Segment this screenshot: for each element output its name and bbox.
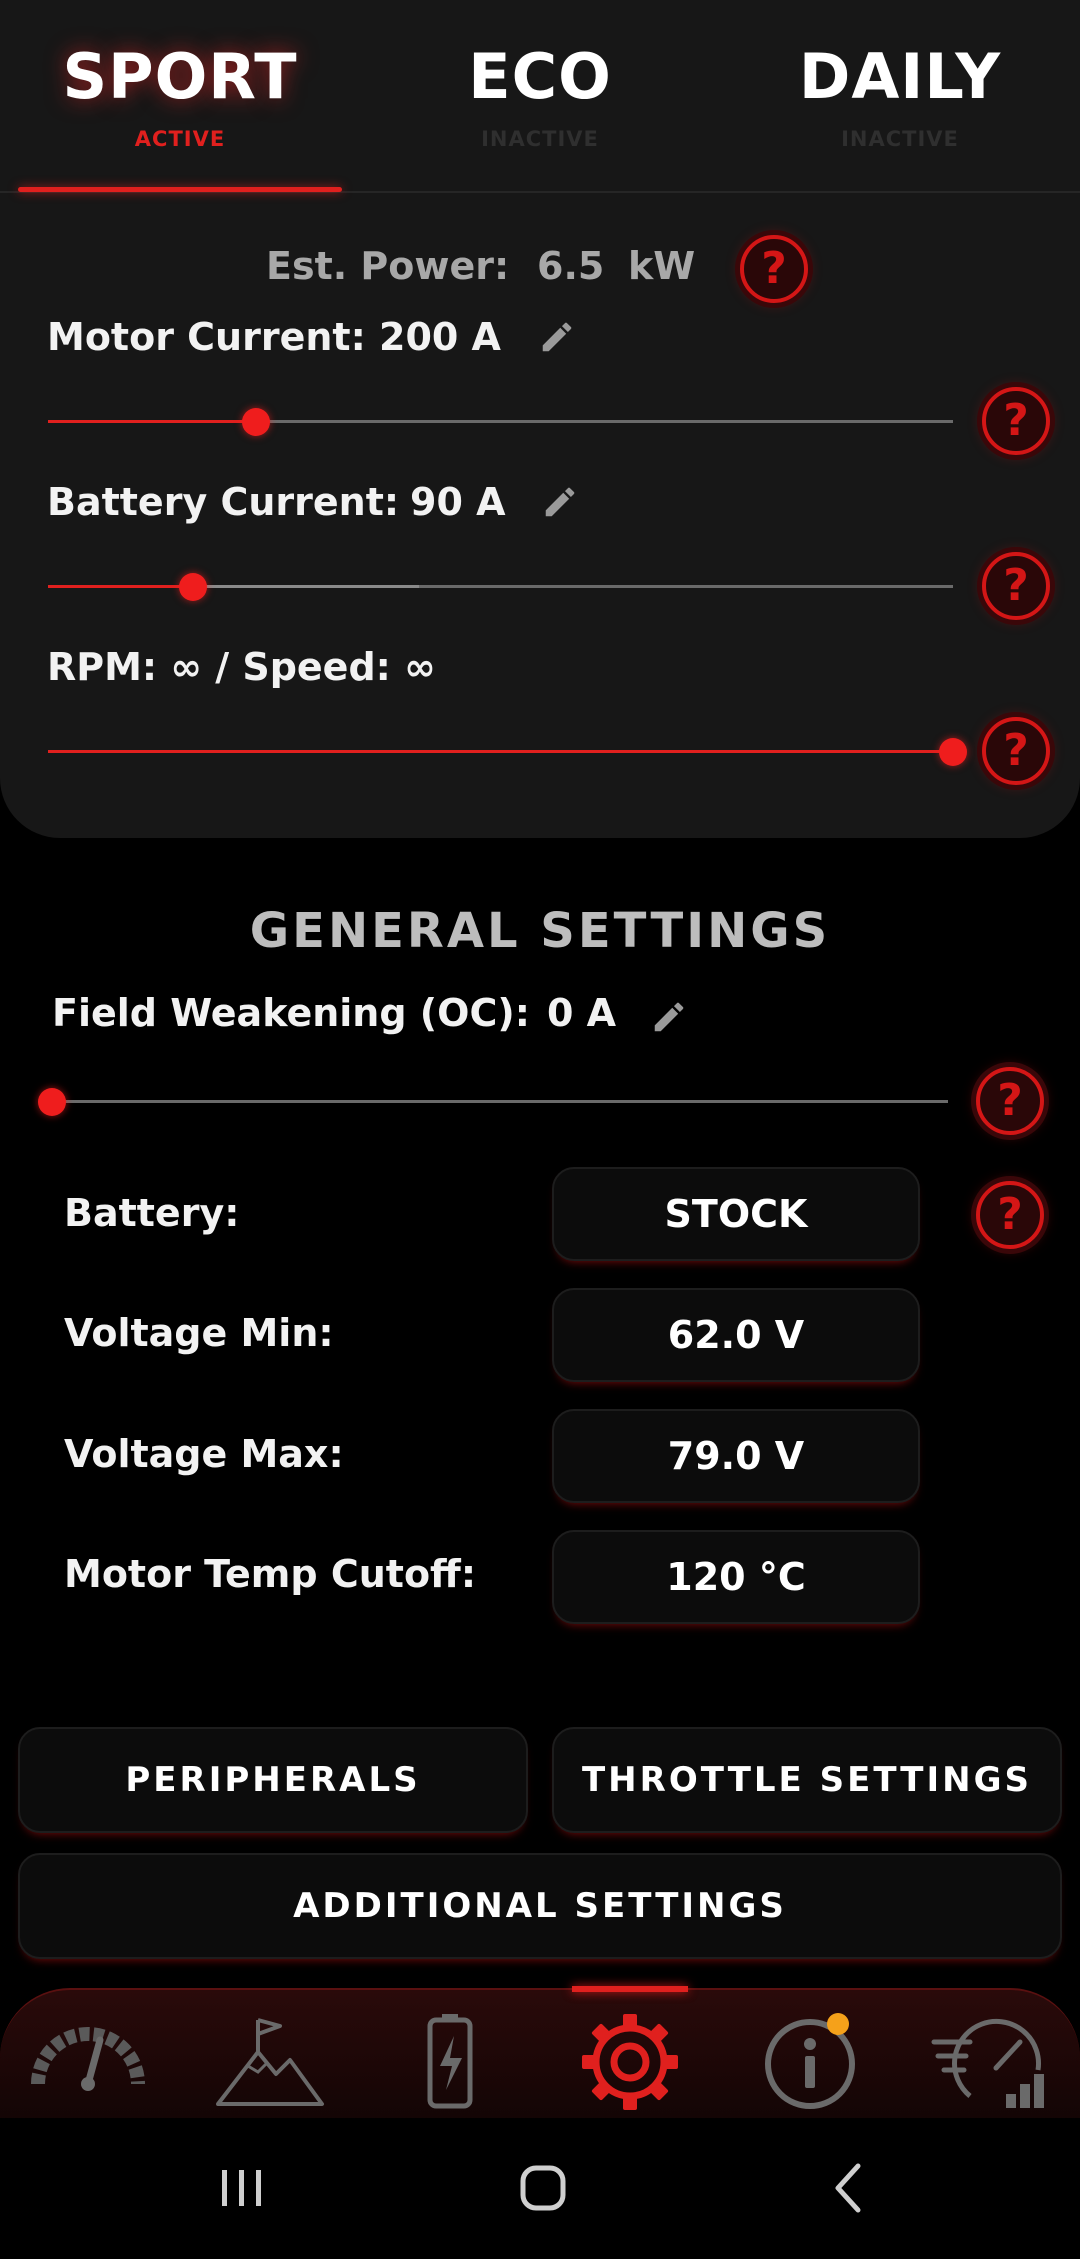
info-icon[interactable] bbox=[750, 2012, 870, 2112]
tab-daily-state: INACTIVE bbox=[841, 127, 959, 151]
voltage-min-button[interactable]: 62.0 V bbox=[552, 1288, 920, 1382]
motor-current-edit-icon[interactable] bbox=[538, 318, 576, 356]
tab-eco-state: INACTIVE bbox=[481, 127, 599, 151]
rpm-speed-help-icon[interactable]: ? bbox=[982, 717, 1050, 785]
tab-sport-state: ACTIVE bbox=[134, 127, 226, 151]
field-weakening-help-icon[interactable]: ? bbox=[976, 1067, 1044, 1135]
recent-apps-icon[interactable] bbox=[202, 2158, 282, 2218]
nav-active-indicator bbox=[572, 1986, 688, 1992]
rpm-speed-label: RPM: ∞ / Speed: ∞ bbox=[47, 645, 436, 689]
additional-settings-button[interactable]: ADDITIONAL SETTINGS bbox=[18, 1853, 1062, 1959]
motor-temp-cutoff-label: Motor Temp Cutoff: bbox=[64, 1552, 477, 1596]
general-settings-title: GENERAL SETTINGS bbox=[249, 903, 831, 959]
notification-dot bbox=[827, 2013, 849, 2035]
gear-icon[interactable] bbox=[570, 2012, 690, 2112]
battery-current-edit-icon[interactable] bbox=[541, 483, 579, 521]
field-weakening-label: Field Weakening (OC): bbox=[52, 991, 530, 1035]
tab-eco-label: ECO bbox=[468, 40, 612, 113]
motor-current-help-icon[interactable]: ? bbox=[982, 387, 1050, 455]
tab-daily[interactable]: DAILY INACTIVE bbox=[720, 40, 1080, 151]
battery-help-icon[interactable]: ? bbox=[976, 1181, 1044, 1249]
battery-label: Battery: bbox=[64, 1191, 240, 1235]
throttle-settings-button[interactable]: THROTTLE SETTINGS bbox=[552, 1727, 1062, 1833]
motor-current-value: 200 A bbox=[379, 315, 501, 359]
voltage-max-button[interactable]: 79.0 V bbox=[552, 1409, 920, 1503]
est-power-unit: kW bbox=[628, 244, 696, 288]
active-tab-underline bbox=[18, 187, 342, 192]
tab-sport[interactable]: SPORT ACTIVE bbox=[0, 40, 360, 151]
peripherals-button[interactable]: PERIPHERALS bbox=[18, 1727, 528, 1833]
battery-select-button[interactable]: STOCK bbox=[552, 1167, 920, 1261]
mountain-flag-icon[interactable] bbox=[210, 2012, 330, 2112]
tab-eco[interactable]: ECO INACTIVE bbox=[360, 40, 720, 151]
slider-thumb[interactable] bbox=[242, 408, 271, 436]
bottom-navigation bbox=[0, 1988, 1080, 2120]
motor-current-label: Motor Current: bbox=[47, 315, 366, 359]
home-icon[interactable] bbox=[503, 2158, 583, 2218]
back-icon[interactable] bbox=[808, 2158, 888, 2218]
slider-fill bbox=[48, 420, 257, 423]
battery-current-label: Battery Current: bbox=[47, 480, 400, 524]
battery-current-value: 90 A bbox=[410, 480, 506, 524]
battery-charging-icon[interactable] bbox=[390, 2012, 510, 2112]
slider-fill bbox=[48, 585, 193, 588]
battery-current-help-icon[interactable]: ? bbox=[982, 552, 1050, 620]
power-help-icon[interactable]: ? bbox=[740, 235, 808, 303]
slider-thumb[interactable] bbox=[939, 738, 967, 766]
est-power-value: 6.5 bbox=[537, 244, 605, 288]
est-power-label: Est. Power: bbox=[266, 244, 510, 288]
tab-daily-label: DAILY bbox=[798, 40, 1002, 113]
tab-sport-label: SPORT bbox=[62, 40, 298, 113]
speedometer-icon[interactable] bbox=[28, 2012, 148, 2112]
motor-temp-cutoff-button[interactable]: 120 °C bbox=[552, 1530, 920, 1624]
voltage-max-label: Voltage Max: bbox=[64, 1432, 344, 1476]
voltage-min-label: Voltage Min: bbox=[64, 1311, 334, 1355]
slider-thumb[interactable] bbox=[38, 1088, 66, 1116]
field-weakening-edit-icon[interactable] bbox=[650, 998, 688, 1036]
slider-track bbox=[52, 1100, 948, 1103]
speed-stats-icon[interactable] bbox=[930, 2012, 1050, 2112]
slider-thumb[interactable] bbox=[178, 573, 207, 601]
slider-fill bbox=[48, 750, 953, 753]
field-weakening-value: 0 A bbox=[547, 991, 617, 1035]
